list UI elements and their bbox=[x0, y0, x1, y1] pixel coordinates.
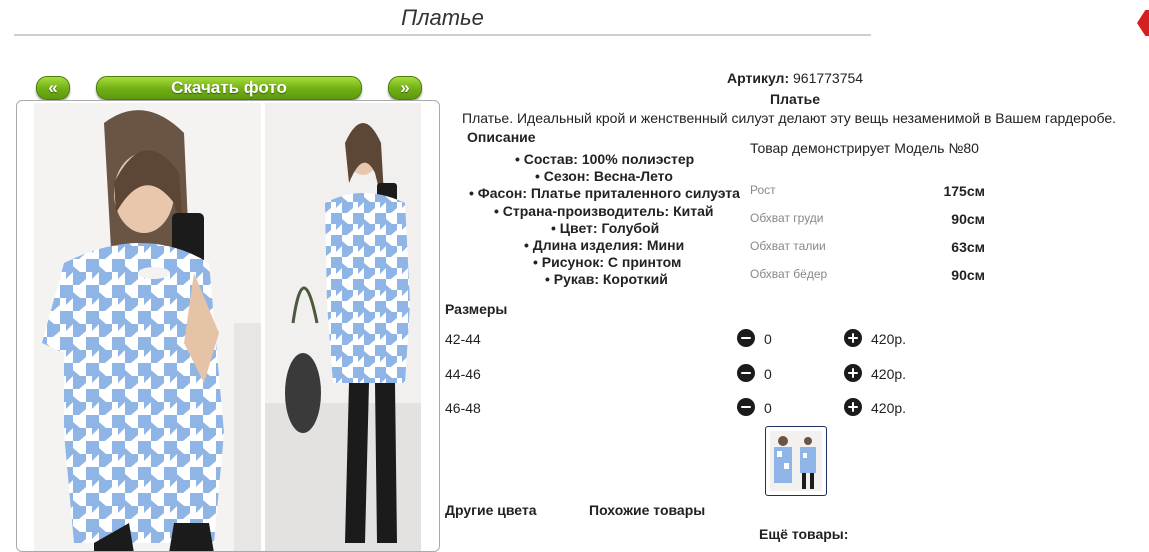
model-param-value: 90см bbox=[951, 211, 985, 227]
size-quantity: 0 bbox=[764, 331, 772, 347]
spec-item: • Страна-производитель: Китай bbox=[494, 203, 714, 219]
title-divider bbox=[14, 34, 871, 36]
product-name: Платье bbox=[770, 91, 820, 107]
similar-products-heading: Похожие товары bbox=[589, 502, 706, 518]
minus-icon[interactable] bbox=[737, 364, 755, 382]
spec-item: • Рисунок: С принтом bbox=[533, 254, 682, 270]
article-line: Артикул: 961773754 bbox=[727, 70, 863, 86]
size-label: 44-46 bbox=[445, 366, 481, 382]
size-price: 420р. bbox=[871, 400, 907, 416]
minus-icon[interactable] bbox=[737, 329, 755, 347]
size-label: 42-44 bbox=[445, 331, 481, 347]
specs-heading: Описание bbox=[467, 129, 536, 145]
spec-item: • Состав: 100% полиэстер bbox=[515, 151, 695, 167]
size-label: 46-48 bbox=[445, 400, 481, 416]
page-title: Платье bbox=[401, 5, 484, 30]
model-param-label: Обхват груди bbox=[750, 211, 824, 225]
product-description: Платье. Идеальный крой и женственный сил… bbox=[462, 110, 1117, 126]
spec-item: • Сезон: Весна-Лето bbox=[535, 168, 673, 184]
spec-item: • Цвет: Голубой bbox=[551, 220, 660, 236]
spec-item: • Длина изделия: Мини bbox=[524, 237, 685, 253]
minus-icon[interactable] bbox=[737, 398, 755, 416]
model-param-value: 90см bbox=[951, 267, 985, 283]
product-photo-front[interactable] bbox=[34, 103, 261, 551]
prev-photo-button[interactable]: « bbox=[36, 76, 70, 100]
article-value: 961773754 bbox=[793, 70, 864, 86]
spec-item: • Рукав: Короткий bbox=[545, 271, 668, 287]
download-photo-button[interactable]: Скачать фото bbox=[96, 76, 362, 100]
close-icon[interactable] bbox=[1137, 10, 1149, 36]
other-colors-heading: Другие цвета bbox=[445, 502, 537, 518]
plus-icon[interactable] bbox=[844, 329, 862, 347]
color-thumbnail[interactable] bbox=[765, 426, 827, 496]
model-param-value: 175см bbox=[943, 183, 985, 199]
sizes-heading: Размеры bbox=[445, 301, 508, 317]
more-products-heading: Ещё товары: bbox=[759, 526, 849, 542]
size-price: 420р. bbox=[871, 331, 907, 347]
model-param-label: Обхват бёдер bbox=[750, 267, 828, 281]
product-photo-full[interactable] bbox=[265, 103, 421, 551]
plus-icon[interactable] bbox=[844, 364, 862, 382]
spec-item: • Фасон: Платье приталенного силуэта bbox=[469, 185, 740, 201]
size-price: 420р. bbox=[871, 366, 907, 382]
next-photo-button[interactable]: » bbox=[388, 76, 422, 100]
model-param-value: 63см bbox=[951, 239, 985, 255]
article-label: Артикул: bbox=[727, 70, 790, 86]
plus-icon[interactable] bbox=[844, 398, 862, 416]
model-param-label: Обхват талии bbox=[750, 239, 826, 253]
model-param-label: Рост bbox=[750, 183, 776, 197]
size-quantity: 0 bbox=[764, 400, 772, 416]
model-heading: Товар демонстрирует Модель №80 bbox=[750, 140, 979, 156]
size-quantity: 0 bbox=[764, 366, 772, 382]
photo-gallery bbox=[16, 100, 440, 552]
